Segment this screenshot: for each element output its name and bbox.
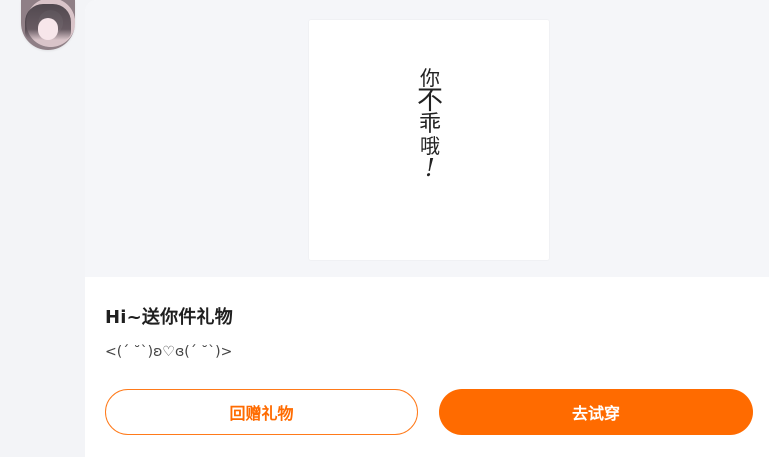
gift-image-char-3: 乖 — [418, 112, 441, 137]
gift-image[interactable]: 你 不 乖 哦 ! — [309, 20, 549, 260]
avatar-face — [38, 18, 58, 40]
gift-image-text: 你 不 乖 哦 ! — [410, 68, 450, 180]
gift-image-char-5: ! — [425, 154, 435, 182]
gift-message-card: 你 不 乖 哦 ! Hi~送你件礼物 <(´ ˘`)ʚ♡ɞ(´ ˘`)> 回赠礼… — [85, 0, 769, 457]
message-title: Hi~送你件礼物 — [105, 307, 233, 328]
gift-image-char-1: 你 — [420, 66, 440, 90]
gift-image-char-2: 不 — [416, 86, 443, 116]
try-on-button[interactable]: 去试穿 — [439, 389, 753, 435]
message-subtitle: <(´ ˘`)ʚ♡ɞ(´ ˘`)> — [105, 344, 233, 360]
avatar[interactable] — [21, 0, 75, 50]
gift-preview-area: 你 不 乖 哦 ! — [85, 0, 769, 277]
gift-image-char-4: 哦 — [420, 134, 440, 158]
return-gift-button[interactable]: 回赠礼物 — [105, 389, 418, 435]
